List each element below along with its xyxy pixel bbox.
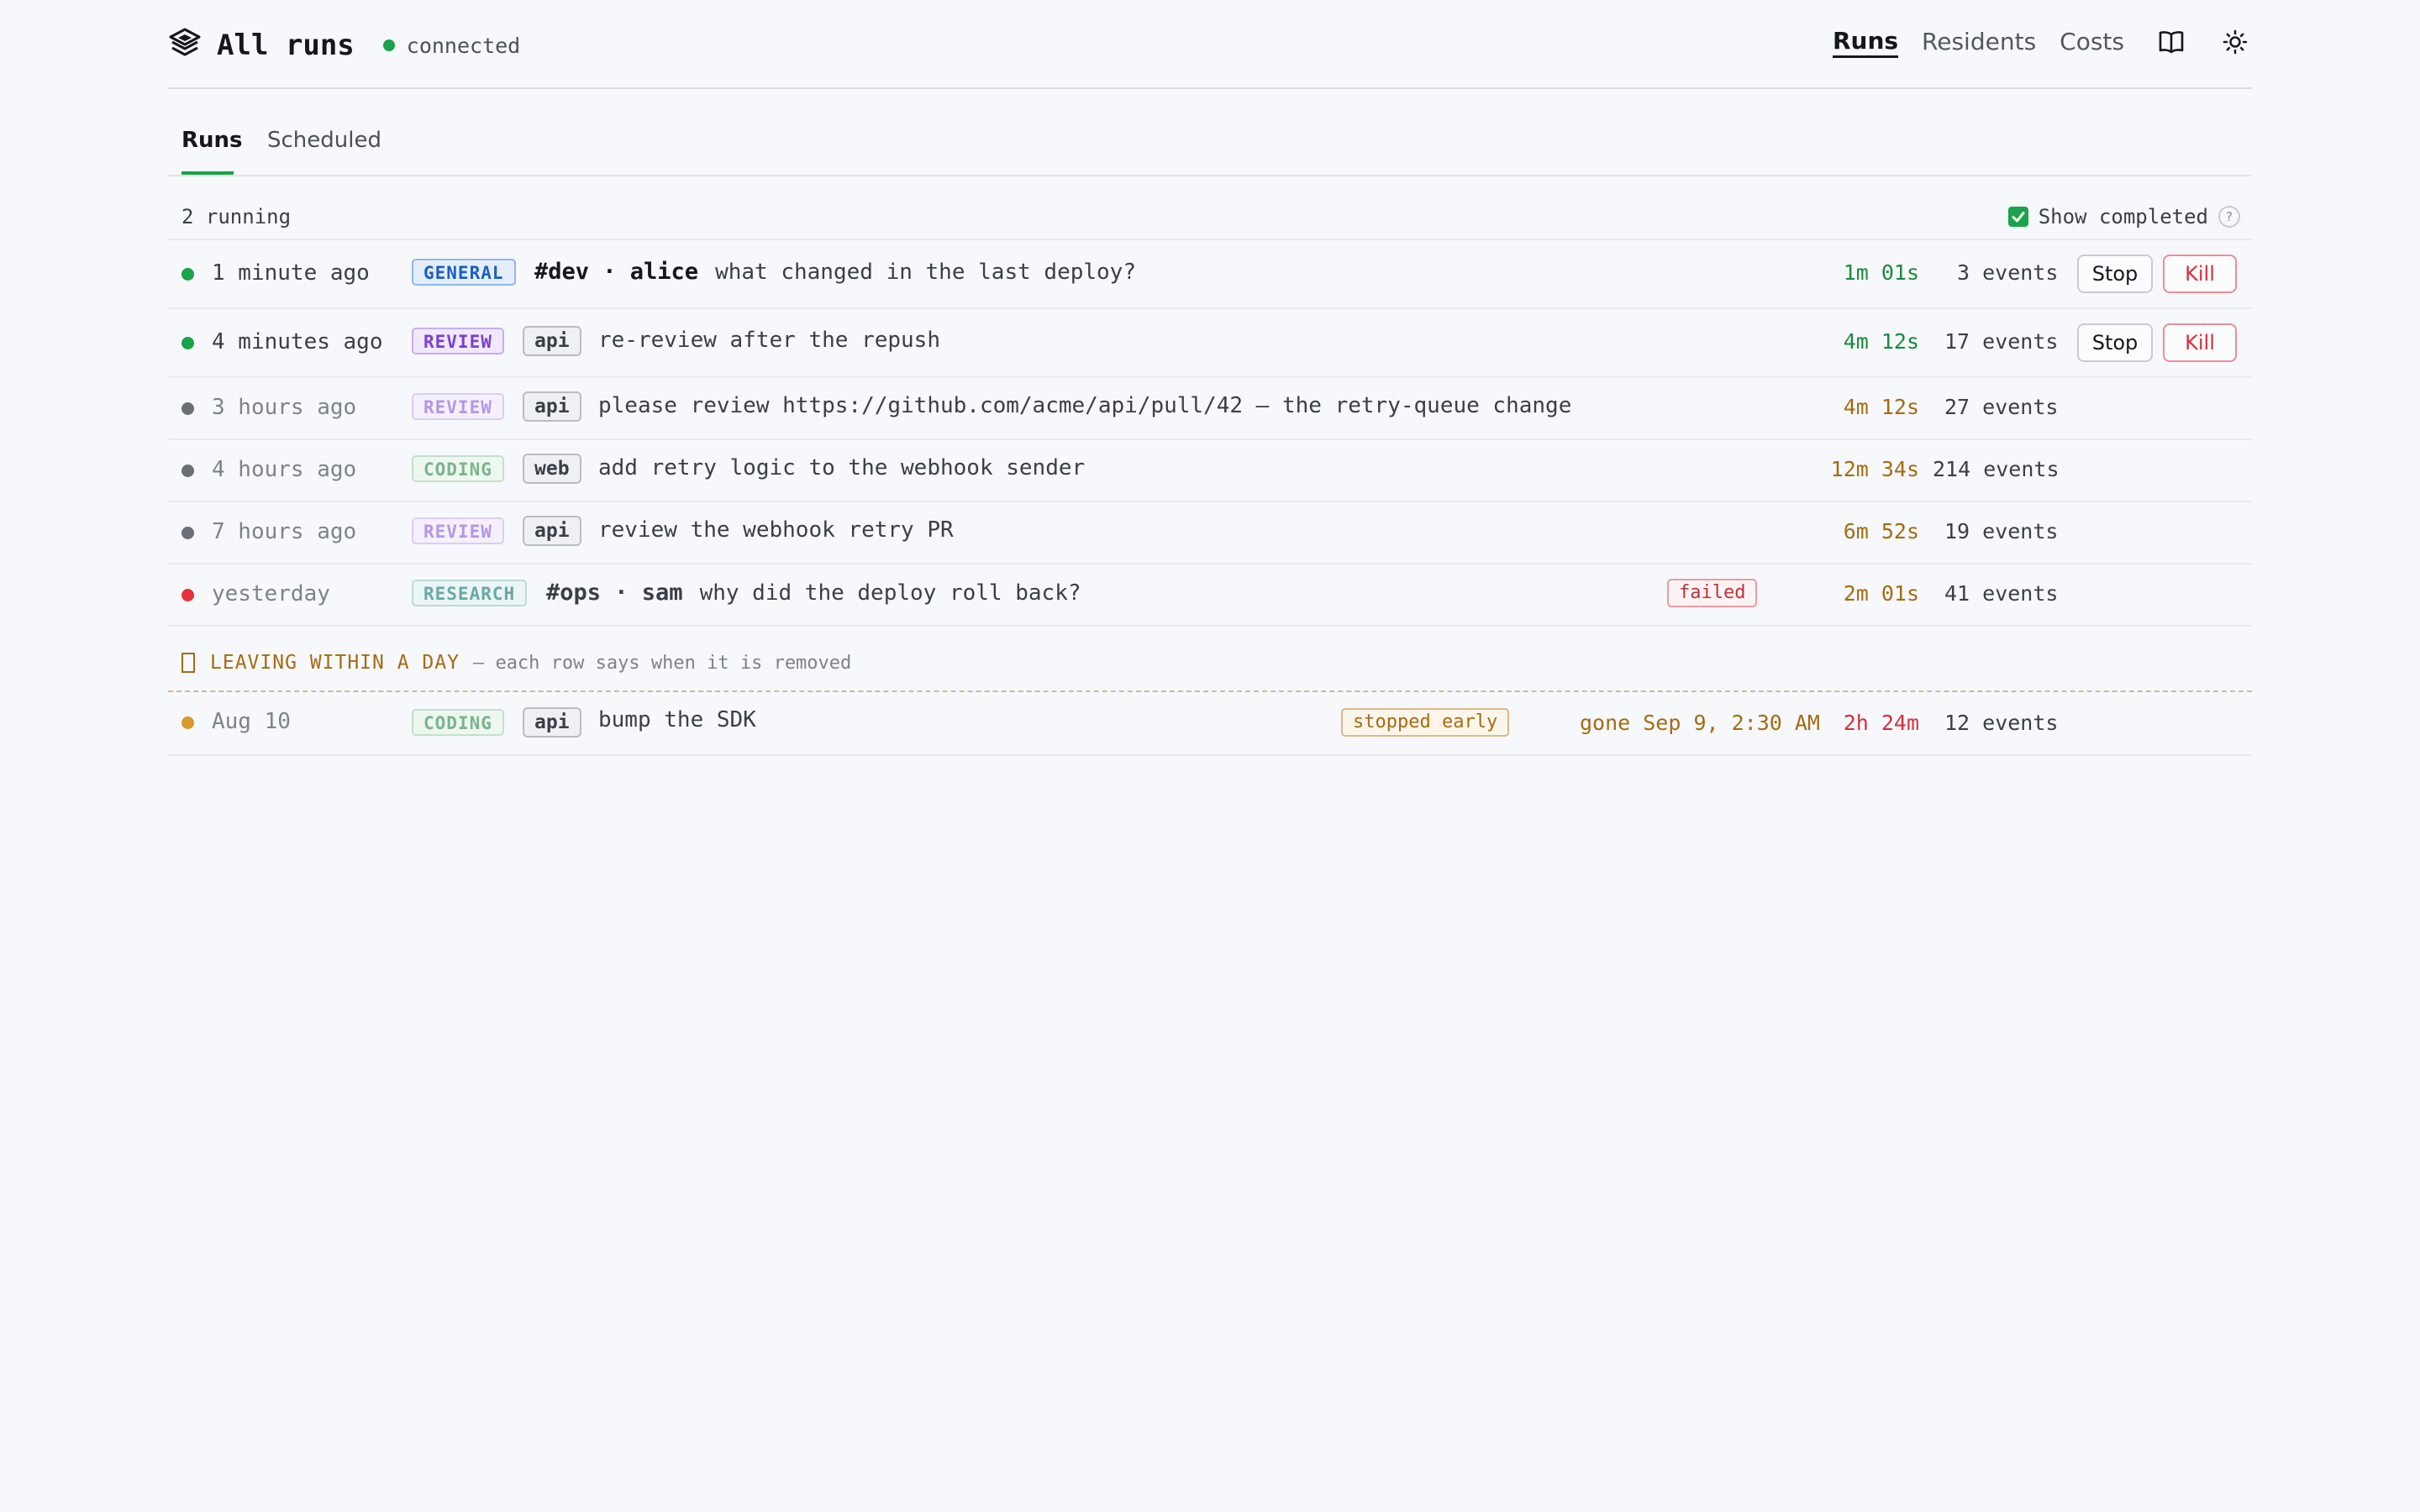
leaving-header-content: LEAVING WITHIN A DAY — each row says whe… [182,652,851,674]
stop-button[interactable]: Stop [2077,323,2153,362]
layers-logo-icon [168,27,202,64]
run-message: what changed in the last deploy? [715,260,1136,285]
failed-badge: failed [1667,579,1758,607]
kill-button[interactable]: Kill [2163,255,2237,293]
leaving-section-header: LEAVING WITHIN A DAY — each row says whe… [168,627,2252,692]
run-time: yesterday [212,581,330,606]
event-count[interactable]: 27 events [1944,395,2058,419]
connection-label: connected [406,33,521,58]
status-dot-completed-icon [182,527,194,539]
run-message-block: #dev · alice what changed in the last dep… [534,259,1136,285]
status-dot-running-icon [182,268,194,281]
channel-user: #dev · alice [534,259,699,285]
repo-tag: api [523,391,581,422]
channel-user: #ops · sam [546,580,683,606]
show-completed-label[interactable]: Show completed [2039,205,2208,228]
run-duration: 2m 01s [1843,581,1919,606]
tab-bar: Runs Scheduled [168,89,2252,176]
run-row[interactable]: 4 hours ago CODING web add retry logic t… [168,440,2252,502]
kind-badge: CODING [412,709,504,736]
book-icon[interactable] [2154,25,2188,59]
brand: All runs connected [168,27,520,64]
run-duration: 1m 01s [1843,260,1919,285]
repo-tag: api [523,326,581,356]
status-dot-icon [382,39,395,51]
run-time: 3 hours ago [212,395,357,420]
event-count[interactable]: 19 events [1944,519,2058,543]
kind-badge: GENERAL [412,259,516,286]
kind-badge: CODING [412,455,504,482]
run-time: 7 hours ago [212,519,357,544]
run-time: 4 minutes ago [212,329,383,354]
run-message: add retry logic to the webhook sender [598,455,1086,480]
repo-tag: api [523,707,581,738]
run-duration: 4m 12s [1843,395,1919,419]
kind-badge: REVIEW [412,517,504,544]
kind-badge: REVIEW [412,393,504,420]
show-completed-checkbox[interactable] [2007,207,2028,227]
event-count[interactable]: 3 events [1957,260,2058,285]
run-message: bump the SDK [598,707,756,732]
stop-button[interactable]: Stop [2077,255,2153,293]
event-count[interactable]: 12 events [1944,711,2058,735]
top-nav: Runs Residents Costs [1809,25,2252,59]
tab-scheduled[interactable]: Scheduled [267,128,381,173]
status-dot-running-icon [182,337,194,349]
kill-button[interactable]: Kill [2163,323,2237,362]
run-row[interactable]: 4 minutes ago REVIEW api re-review after… [168,309,2252,378]
sun-icon[interactable] [2218,25,2252,59]
runs-summary: 2 running Show completed ? [168,176,2252,240]
run-row[interactable]: Aug 10 CODING api bump the SDK stopped e… [168,692,2252,756]
nav-costs[interactable]: Costs [2060,25,2124,59]
leaving-subtitle: — each row says when it is removed [472,652,852,674]
active-tab-indicator [182,171,234,175]
run-row[interactable]: 3 hours ago REVIEW api please review htt… [168,378,2252,440]
leaving-title: LEAVING WITHIN A DAY [210,652,460,674]
kind-badge: RESEARCH [412,580,528,606]
run-duration: 2h 24m [1843,711,1919,735]
event-count[interactable]: 17 events [1944,329,2058,354]
nav-runs[interactable]: Runs [1832,27,1899,58]
hourglass-icon [182,653,195,673]
run-row[interactable]: 1 minute ago GENERAL #dev · alice what ch… [168,240,2252,309]
run-time: 1 minute ago [212,260,370,286]
stopped-early-badge: stopped early [1341,708,1510,737]
event-count[interactable]: 214 events [1933,457,2060,481]
running-count: 2 running [182,205,292,228]
removal-time: gone Sep 9, 2:30 AM [1580,711,1820,735]
status-dot-failed-icon [182,589,194,601]
run-message: please review https://github.com/acme/ap… [598,393,1572,418]
event-count[interactable]: 41 events [1944,581,2058,606]
repo-tag: web [523,454,581,484]
run-duration: 4m 12s [1843,329,1919,354]
show-completed-toggle: Show completed ? [2007,205,2240,228]
run-row[interactable]: 7 hours ago REVIEW api review the webhoo… [168,502,2252,564]
run-message: why did the deploy roll back? [699,580,1081,606]
run-duration: 6m 52s [1843,519,1919,543]
run-time: Aug 10 [212,709,291,734]
page-title: All runs [217,29,355,62]
kind-badge: REVIEW [412,328,504,354]
help-icon[interactable]: ? [2218,206,2240,228]
status-dot-completed-icon [182,402,194,415]
run-message: re-review after the repush [598,328,940,353]
status-dot-stopped-icon [182,717,194,729]
run-row[interactable]: yesterday RESEARCH #ops · sam why did the… [168,564,2252,627]
status-dot-completed-icon [182,465,194,477]
run-duration: 12m 34s [1830,457,1919,481]
top-bar: All runs connected Runs Residents Costs [168,0,2252,89]
nav-residents[interactable]: Residents [1922,25,2036,59]
tab-runs[interactable]: Runs [182,128,243,173]
repo-tag: api [523,516,581,546]
run-message: review the webhook retry PR [598,517,954,543]
connection-status: connected [382,33,521,58]
app: All runs connected Runs Residents Costs [168,0,2252,756]
run-message-block: #ops · sam why did the deploy roll back? [546,580,1081,606]
run-time: 4 hours ago [212,457,357,482]
